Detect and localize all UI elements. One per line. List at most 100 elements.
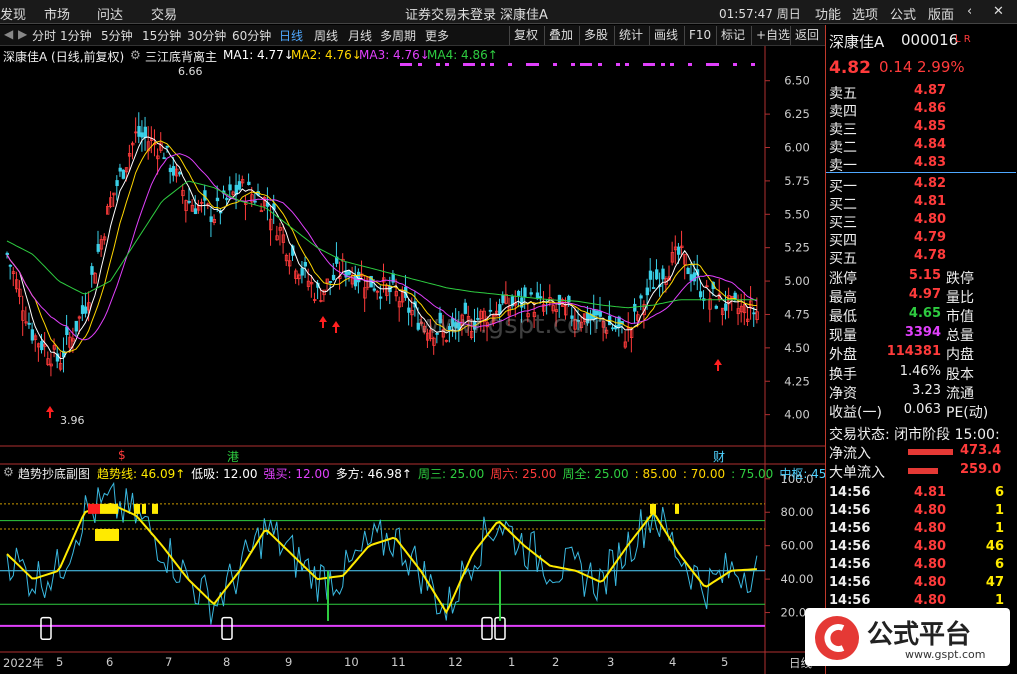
gear-icon[interactable]: ⚙: [130, 48, 141, 62]
tick-time: 14:56: [829, 557, 871, 572]
tab-period-1[interactable]: 1分钟: [60, 27, 92, 44]
sub-legend: 趋势线: 46.09↑ 低吸: 12.00 强买: 12.00 多方: 46.98↑ 周…: [97, 465, 852, 482]
quote-panel: 深康佳A 000016 L R 4.82 0.14 2.99% 卖五 4.87 卖四 4.86…: [825, 25, 1017, 674]
book-price: 4.87: [914, 83, 947, 98]
x-label-0: 2022年: [3, 656, 44, 670]
tool-stats[interactable]: 统计: [614, 26, 647, 45]
candle-body: [253, 200, 257, 203]
candle-body: [714, 305, 719, 309]
stat-label: 现量: [829, 328, 857, 344]
quote-tag: L R: [955, 34, 971, 45]
signal-dash: [481, 63, 485, 66]
tool-back[interactable]: 返回: [790, 26, 823, 45]
tab-period-7[interactable]: 周线: [314, 27, 338, 44]
candle-body: [517, 290, 521, 296]
menu-market[interactable]: 市场: [44, 4, 70, 23]
kline-chart[interactable]: 6.50 6.25 6.00 5.75 5.50 5.25 5.00 4.75 4.50 4.25…: [0, 46, 825, 674]
sub-title[interactable]: 趋势抄底副图: [18, 465, 90, 482]
candle-body: [689, 274, 693, 281]
tool-overlay[interactable]: 叠加: [544, 26, 577, 45]
tick-price: 4.80: [914, 503, 947, 518]
login-notice[interactable]: 证券交易未登录: [405, 4, 496, 23]
book-price: 4.78: [914, 248, 947, 263]
candle-body: [353, 275, 358, 287]
book-label: 买五: [829, 251, 857, 267]
candle-body: [137, 126, 141, 137]
menu-layout[interactable]: 版面: [928, 4, 954, 23]
book-label: 买一: [829, 179, 857, 195]
sub-legend-item: 趋势线: 46.09↑: [97, 467, 186, 481]
candle-body: [331, 274, 336, 280]
stat-label: 外盘: [829, 347, 857, 363]
sub-gear-icon[interactable]: ⚙: [3, 465, 14, 479]
book-price: 4.82: [914, 176, 947, 191]
close-icon[interactable]: ✕: [993, 4, 1004, 19]
tool-draw[interactable]: 画线: [649, 26, 682, 45]
signal-dash: [751, 63, 755, 66]
tab-period-4[interactable]: 30分钟: [187, 27, 226, 44]
signal-dash: [535, 63, 539, 66]
arrow-right-icon[interactable]: ▶: [18, 27, 27, 41]
tab-period-8[interactable]: 月线: [348, 27, 372, 44]
low-label: 3.96: [60, 414, 85, 427]
flow-bar: [908, 468, 938, 474]
clock: 01:57:47 周日: [719, 7, 801, 21]
stat-value: 5.15: [908, 268, 941, 283]
candle-body: [30, 329, 35, 341]
tool-adjust[interactable]: 复权: [509, 26, 542, 45]
menu-trade[interactable]: 交易: [151, 4, 177, 23]
tick-time: 14:56: [829, 485, 871, 500]
stat-value: 3394: [904, 325, 941, 340]
stat-value: 114381: [886, 344, 941, 359]
flow-value: 259.0: [960, 462, 1002, 477]
minimize-icon[interactable]: ‹: [967, 4, 972, 19]
candle-body: [27, 322, 31, 325]
signal-dash: [661, 63, 665, 66]
stat-value: 4.97: [908, 287, 941, 302]
price-tick-label: 6.00: [784, 141, 810, 155]
flow-bar: [908, 449, 953, 455]
tick-price: 4.80: [914, 521, 947, 536]
main-indicator[interactable]: 三江底背离主: [145, 48, 217, 65]
x-label-11: 3: [607, 655, 615, 669]
tool-mark[interactable]: 标记: [716, 26, 749, 45]
tool-add-watch[interactable]: +自选: [751, 26, 794, 45]
candle-body: [96, 243, 100, 252]
stat2-label: 收益(一): [829, 405, 882, 421]
tab-period-0[interactable]: 分时: [32, 27, 56, 44]
arrow-left-icon[interactable]: ◀: [4, 27, 13, 41]
tool-multi[interactable]: 多股: [579, 26, 612, 45]
tick-price: 4.81: [914, 485, 947, 500]
candle-body: [501, 294, 505, 304]
tab-period-2[interactable]: 5分钟: [101, 27, 133, 44]
candle-body: [40, 341, 44, 351]
tab-period-3[interactable]: 15分钟: [142, 27, 181, 44]
sub-tick-label: 40.00: [781, 572, 814, 586]
stock-name-title: 深康佳A: [500, 8, 548, 23]
stat-label-2: 跌停: [946, 271, 974, 287]
menu-ask[interactable]: 问达: [97, 4, 123, 23]
candle-body: [328, 281, 333, 283]
candle-body: [752, 312, 756, 315]
menu-discover[interactable]: 发现: [0, 4, 26, 23]
menu-formula[interactable]: 公式: [890, 4, 916, 23]
tab-period-6[interactable]: 日线: [279, 27, 303, 44]
menu-function[interactable]: 功能: [815, 4, 841, 23]
candle-body: [259, 210, 264, 213]
sub-tick-label: 60.00: [781, 539, 814, 553]
signal-block: [134, 503, 140, 514]
tab-period-9[interactable]: 多周期: [380, 27, 416, 44]
low-buy-marker: [221, 616, 233, 641]
quote-code: 000016: [901, 31, 959, 49]
signal-block: [100, 503, 118, 514]
price-tick-label: 5.00: [784, 274, 810, 288]
buy-arrow-icon: [46, 406, 54, 418]
stat-label-2: 总量: [946, 328, 974, 344]
tool-f10[interactable]: F10: [684, 26, 715, 45]
tab-period-10[interactable]: 更多: [425, 27, 449, 44]
tick-time: 14:56: [829, 503, 871, 518]
candle-body: [74, 320, 78, 332]
menu-options[interactable]: 选项: [852, 4, 878, 23]
tab-period-5[interactable]: 60分钟: [232, 27, 271, 44]
tick-time: 14:56: [829, 539, 871, 554]
